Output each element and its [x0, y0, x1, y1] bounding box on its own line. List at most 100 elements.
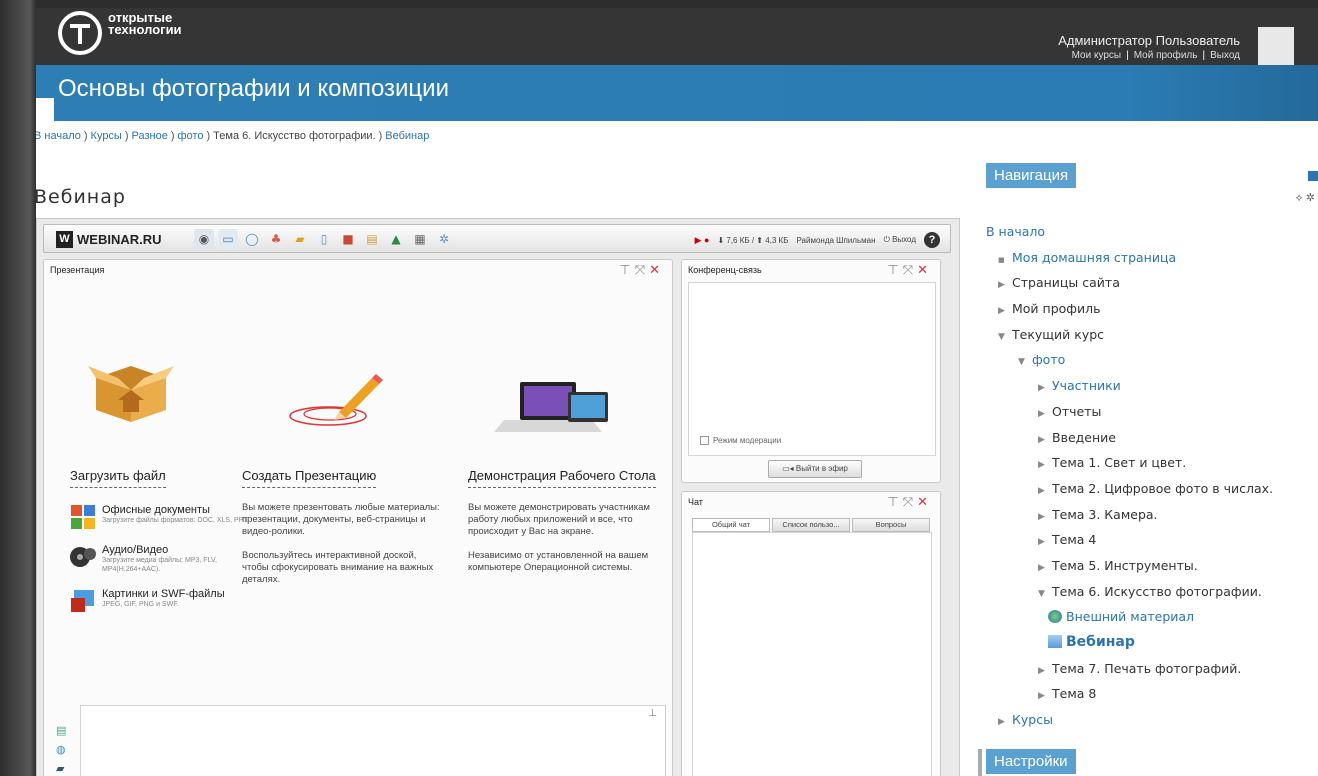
close-icon[interactable]: ✕ — [649, 263, 664, 278]
expand-icon[interactable]: ⤧ — [903, 495, 917, 510]
logo-line2: технологии — [108, 22, 182, 37]
nav-item[interactable]: ▶ Тема 3. Камера. — [950, 502, 1310, 528]
nav-item[interactable]: ■ Моя домашняя страница — [950, 245, 1310, 271]
document-icon[interactable]: ▯ — [314, 229, 334, 249]
breadcrumb-item[interactable]: В начало — [36, 130, 81, 142]
layout-icon[interactable]: ▦ — [410, 229, 430, 249]
help-icon[interactable]: ? — [924, 232, 940, 248]
notepad-icon[interactable]: ▤ — [362, 229, 382, 249]
webcam-icon[interactable]: ◉ — [194, 229, 214, 249]
nav-item[interactable]: Вебинар — [950, 630, 1310, 656]
breadcrumb-item[interactable]: Курсы — [91, 130, 122, 142]
feature-upload-title[interactable]: Загрузить файл — [70, 468, 166, 488]
expand-arrow-icon[interactable]: ▶ — [998, 710, 1012, 736]
nav-item[interactable]: ▶ Курсы — [950, 707, 1310, 733]
nav-item[interactable]: ▼ Текущий курс — [950, 322, 1310, 348]
close-icon[interactable]: ✕ — [917, 495, 932, 510]
nav-item[interactable]: ▶ Отчеты — [950, 399, 1310, 425]
nav-item[interactable]: В начало — [950, 219, 1310, 245]
nav-item[interactable]: ▶ Страницы сайта — [950, 270, 1310, 296]
webinar-user[interactable]: Раймонда Шпильман — [796, 236, 875, 245]
course-title: Основы фотографии и композиции — [58, 75, 449, 102]
new-page-icon[interactable]: ▤ — [56, 724, 66, 737]
globe-icon[interactable]: ◍ — [56, 743, 66, 756]
office-docs-item[interactable]: Офисные документы Загрузите файлы формато… — [70, 504, 270, 530]
breadcrumb-item[interactable]: Вебинар — [385, 130, 429, 142]
collapse-icon[interactable] — [1308, 171, 1318, 181]
conference-title: Конференц-связь — [688, 265, 762, 275]
checkbox-icon[interactable] — [700, 436, 709, 445]
nav-item[interactable]: ▶ Тема 2. Цифровое фото в числах. — [950, 476, 1310, 502]
nav-item[interactable]: ▶ Тема 8 — [950, 681, 1310, 707]
office-docs-sub: Загрузите файлы форматов: DOC, XLS, PPT. — [102, 517, 249, 524]
folder-icon[interactable]: ▰ — [290, 229, 310, 249]
webinar-logout[interactable]: Выход — [892, 235, 916, 244]
breadcrumb-item[interactable]: Разное — [132, 130, 168, 142]
feature-desktop: Демонстрация Рабочего Стола Вы можете де… — [468, 370, 664, 586]
chat-bubble-icon[interactable]: ◯ — [242, 229, 262, 249]
user-name[interactable]: Администратор Пользователь — [1058, 33, 1240, 48]
puzzle-icon[interactable]: ■ — [338, 229, 358, 249]
nav-item[interactable]: ▶ Тема 7. Печать фотографий. — [950, 656, 1310, 682]
gear-icon[interactable]: ✲ — [1306, 191, 1318, 204]
nav-item[interactable]: ▶ Введение — [950, 425, 1310, 451]
my-profile-link[interactable]: Мой профиль — [1134, 50, 1198, 61]
record-icon[interactable]: ▶ ● — [695, 235, 710, 246]
pin-icon[interactable]: ⊤ — [887, 495, 902, 510]
webinar-brand: WEBINAR.RU — [77, 232, 162, 247]
audio-video-item[interactable]: Аудио/Видео Загрузите медиа файлы: MP3, F… — [70, 544, 270, 574]
export-icon[interactable]: ▲ — [386, 229, 406, 249]
user-avatar[interactable] — [1258, 27, 1294, 65]
presentation-title: Презентация — [50, 265, 105, 275]
nav-item[interactable]: ▶ Тема 1. Свет и цвет. — [950, 450, 1310, 476]
breadcrumb-item[interactable]: фото — [178, 130, 204, 142]
pin-icon[interactable]: ⊤ — [619, 263, 634, 278]
nav-item[interactable]: ▼ фото — [950, 347, 1310, 373]
moderation-checkbox[interactable]: Режим модерации — [700, 436, 781, 445]
site-logo[interactable]: открытые технологии — [58, 11, 182, 55]
breadcrumb: В начало) Курсы) Разное) фото) Тема 6. Искус… — [36, 130, 429, 142]
tab-questions[interactable]: Вопросы — [852, 518, 930, 532]
breadcrumb-item: Тема 6. Искусство фотографии. — [213, 130, 376, 142]
webinar-logo: W WEBINAR.RU — [56, 231, 162, 248]
feature-desktop-title[interactable]: Демонстрация Рабочего Стола — [468, 468, 656, 488]
close-icon[interactable]: ✕ — [917, 263, 932, 278]
nav-item[interactable]: Внешний материал — [950, 604, 1310, 630]
move-icon[interactable]: ⟡ — [1296, 191, 1306, 204]
navigation-tree: В начало ■ Моя домашняя страница ▶ Страницы … — [950, 219, 1310, 733]
nav-item-label: Тема 8 — [1052, 686, 1097, 702]
expand-icon[interactable]: ⤧ — [903, 263, 917, 278]
settings-gear-icon[interactable]: ✲ — [434, 229, 454, 249]
nav-item-label: Тема 4 — [1052, 532, 1097, 548]
images-swf-item[interactable]: Картинки и SWF-файлы JPEG, GIF, PNG и SWF… — [70, 588, 270, 614]
pin-icon[interactable]: ⊤ — [887, 263, 902, 278]
breadcrumb-separator: ) — [170, 130, 175, 142]
nav-item[interactable]: ▼ Тема 6. Искусство фотографии. — [950, 579, 1310, 605]
chat-panel: Чат ⊤⤧✕ Общий чат Список пользо... Вопро… — [681, 491, 941, 776]
images-swf-sub: JPEG, GIF, PNG и SWF. — [102, 601, 179, 608]
tab-general-chat[interactable]: Общий чат — [692, 518, 770, 532]
settings-block-title: Настройки — [986, 749, 1076, 774]
film-reel-icon — [70, 547, 96, 567]
my-courses-link[interactable]: Мои курсы — [1072, 50, 1122, 61]
feature-create-title[interactable]: Создать Презентацию — [242, 468, 377, 488]
download-icon[interactable]: ⊥ — [648, 708, 657, 719]
tab-user-list[interactable]: Список пользо... — [772, 518, 850, 532]
moderation-label: Режим модерации — [713, 436, 782, 445]
nav-item[interactable]: ▶ Участники — [950, 373, 1310, 399]
screen-icon[interactable]: ▭ — [218, 229, 238, 249]
nav-item-label: Участники — [1052, 378, 1121, 394]
expand-icon[interactable]: ⤧ — [635, 263, 649, 278]
office-docs-icon — [71, 505, 95, 529]
office-docs-label: Офисные документы — [102, 504, 210, 516]
logout-link[interactable]: Выход — [1210, 50, 1240, 61]
nav-item[interactable]: ▶ Мой профиль — [950, 296, 1310, 322]
nav-item[interactable]: ▶ Тема 4 — [950, 527, 1310, 553]
toolbar-icons: ◉ ▭ ◯ ♣ ▰ ▯ ■ ▤ ▲ ▦ ✲ — [194, 229, 454, 249]
users-icon[interactable]: ♣ — [266, 229, 286, 249]
go-live-button[interactable]: ▭◂ Выйти в эфир — [768, 460, 862, 478]
film-icon[interactable]: ▰ — [56, 762, 66, 775]
feature-desktop-text-1: Вы можете демонстрировать участникам раб… — [468, 502, 650, 537]
whiteboard-area[interactable]: ⊥ — [80, 705, 666, 776]
nav-item[interactable]: ▶ Тема 5. Инструменты. — [950, 553, 1310, 579]
